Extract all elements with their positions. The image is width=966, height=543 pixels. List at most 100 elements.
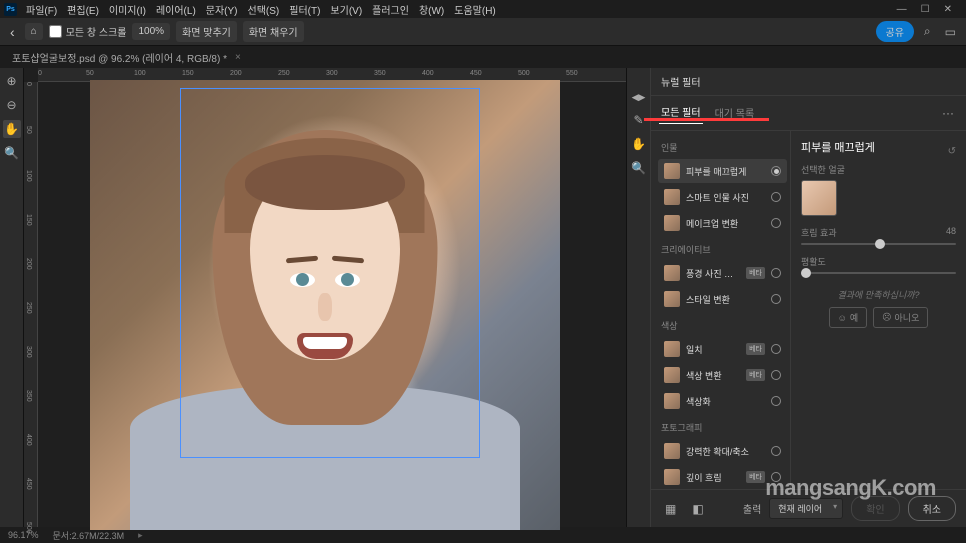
filter-item[interactable]: 색상 변환베타	[658, 363, 787, 387]
filter-item[interactable]: 풍경 사진 믹서베타	[658, 261, 787, 285]
slider2-track[interactable]	[801, 272, 956, 274]
home-button[interactable]: ⌂	[25, 23, 43, 40]
zoom-in-tool-icon[interactable]: ⊕	[3, 72, 21, 90]
home-icon: ⌂	[31, 26, 37, 37]
filter-list: 인물피부를 매끄럽게스마트 인물 사진메이크업 변환크리에이티브풍경 사진 믹서…	[651, 131, 791, 489]
fit-screen-button[interactable]: 화면 맞추기	[176, 21, 237, 42]
menu-item[interactable]: 필터(T)	[284, 0, 325, 19]
filter-name: 스타일 변환	[686, 293, 765, 306]
menu-item[interactable]: 이미지(I)	[104, 0, 151, 19]
filter-item[interactable]: 피부를 매끄럽게	[658, 159, 787, 183]
beta-badge: 베타	[746, 343, 765, 355]
option-title: 피부를 매끄럽게	[801, 139, 875, 155]
filter-item[interactable]: 스타일 변환	[658, 287, 787, 311]
ruler-vertical: 050100150200250300350400450500	[24, 82, 38, 527]
filter-thumb	[664, 341, 680, 357]
filter-item[interactable]: 강력한 확대/축소	[658, 439, 787, 463]
filter-toggle[interactable]	[771, 472, 781, 482]
menu-item[interactable]: 도움말(H)	[449, 0, 500, 19]
ok-button[interactable]: 확인	[851, 496, 899, 521]
selected-face-label: 선택한 얼굴	[801, 163, 956, 176]
output-dropdown[interactable]: 현재 레이어	[769, 498, 843, 519]
zoom-out-tool-icon[interactable]: ⊖	[3, 96, 21, 114]
category-label: 색상	[655, 313, 790, 335]
filter-item[interactable]: 색상화	[658, 389, 787, 413]
filter-toggle[interactable]	[771, 218, 781, 228]
options-bar: ‹ ⌂ 모든 창 스크롤 100% 화면 맞추기 화면 채우기 공유 ⌕ ▭	[0, 18, 966, 46]
panel-title: 뉴럴 필터	[651, 68, 966, 96]
filter-thumb	[664, 215, 680, 231]
zoom-panel-icon[interactable]: 🔍	[627, 161, 650, 175]
filter-thumb	[664, 189, 680, 205]
filter-thumb	[664, 367, 680, 383]
scroll-all-label: 모든 창 스크롤	[66, 24, 127, 39]
slider1-track[interactable]	[801, 243, 956, 245]
filter-name: 색상 변환	[686, 369, 740, 382]
document-tab[interactable]: 포토샵얼굴보정.psd @ 96.2% (레이어 4, RGB/8) *	[12, 50, 227, 65]
menu-item[interactable]: 파일(F)	[21, 0, 62, 19]
filter-thumb	[664, 443, 680, 459]
menu-item[interactable]: 플러그인	[367, 0, 414, 19]
layers-icon[interactable]: ▦	[661, 502, 680, 516]
filter-toggle[interactable]	[771, 294, 781, 304]
search-icon[interactable]: ⌕	[920, 24, 935, 39]
tab-close-icon[interactable]: ×	[235, 52, 241, 63]
menu-item[interactable]: 문자(Y)	[201, 0, 243, 19]
share-button[interactable]: 공유	[876, 21, 914, 42]
filter-item[interactable]: 깊이 흐림베타	[658, 465, 787, 489]
filter-thumb	[664, 265, 680, 281]
filter-name: 스마트 인물 사진	[686, 191, 765, 204]
scroll-all-checkbox[interactable]	[49, 25, 62, 38]
slider1-thumb[interactable]	[875, 239, 885, 249]
reset-icon[interactable]: ↺	[948, 146, 956, 157]
filter-toggle[interactable]	[771, 344, 781, 354]
preview-icon[interactable]: ◧	[688, 502, 707, 516]
filter-name: 색상화	[686, 395, 765, 408]
filter-toggle[interactable]	[771, 268, 781, 278]
filter-name: 풍경 사진 믹서	[686, 267, 740, 280]
filter-item[interactable]: 일치베타	[658, 337, 787, 361]
status-doc: 문서:2.67M/22.3M	[53, 529, 125, 542]
menu-item[interactable]: 보기(V)	[325, 0, 367, 19]
tools-panel: ⊕ ⊖ ✋ 🔍	[0, 68, 24, 527]
hand-tool-icon[interactable]: ✋	[3, 120, 21, 138]
filter-name: 메이크업 변환	[686, 217, 765, 230]
workspace-icon[interactable]: ▭	[941, 25, 960, 39]
filter-toggle[interactable]	[771, 396, 781, 406]
filter-toggle[interactable]	[771, 446, 781, 456]
category-label: 포토그래피	[655, 415, 790, 437]
filter-toggle[interactable]	[771, 166, 781, 176]
yes-button[interactable]: ☺ 예	[829, 307, 867, 328]
no-button[interactable]: ☹ 아니오	[873, 307, 928, 328]
minimize-icon[interactable]: ―	[897, 4, 907, 15]
hand-icon[interactable]: ✋	[627, 137, 650, 151]
menu-item[interactable]: 레이어(L)	[151, 0, 201, 19]
filter-toggle[interactable]	[771, 192, 781, 202]
maximize-icon[interactable]: ☐	[921, 4, 930, 15]
face-thumbnail[interactable]	[801, 180, 837, 216]
output-label: 출력	[743, 501, 761, 516]
menu-item[interactable]: 창(W)	[414, 0, 449, 19]
right-panels: ◀▶ ✎ ✋ 🔍 뉴럴 필터 모든 필터 대기 목록 ··· 인물피부를 매끄럽…	[626, 68, 966, 527]
cancel-button[interactable]: 취소	[908, 496, 956, 521]
collapse-icon[interactable]: ◀▶	[628, 92, 650, 103]
zoom-value[interactable]: 100%	[132, 23, 170, 40]
fill-screen-button[interactable]: 화면 채우기	[243, 21, 304, 42]
menu-item[interactable]: 편집(E)	[62, 0, 104, 19]
filter-thumb	[664, 163, 680, 179]
filter-thumb	[664, 469, 680, 485]
more-icon[interactable]: ···	[938, 106, 958, 120]
filter-item[interactable]: 메이크업 변환	[658, 211, 787, 235]
app-icon: Ps	[4, 3, 17, 16]
menu-item[interactable]: 선택(S)	[243, 0, 285, 19]
close-icon[interactable]: ✕	[944, 4, 952, 15]
document-canvas[interactable]	[90, 80, 560, 530]
beta-badge: 베타	[746, 471, 765, 483]
filter-toggle[interactable]	[771, 370, 781, 380]
back-icon[interactable]: ‹	[6, 24, 19, 40]
window-controls: ― ☐ ✕	[897, 4, 962, 15]
canvas-area[interactable]: 050100150200250300350400450500550 050100…	[24, 68, 626, 527]
filter-item[interactable]: 스마트 인물 사진	[658, 185, 787, 209]
zoom-tool-icon[interactable]: 🔍	[3, 144, 21, 162]
slider2-thumb[interactable]	[801, 268, 811, 278]
